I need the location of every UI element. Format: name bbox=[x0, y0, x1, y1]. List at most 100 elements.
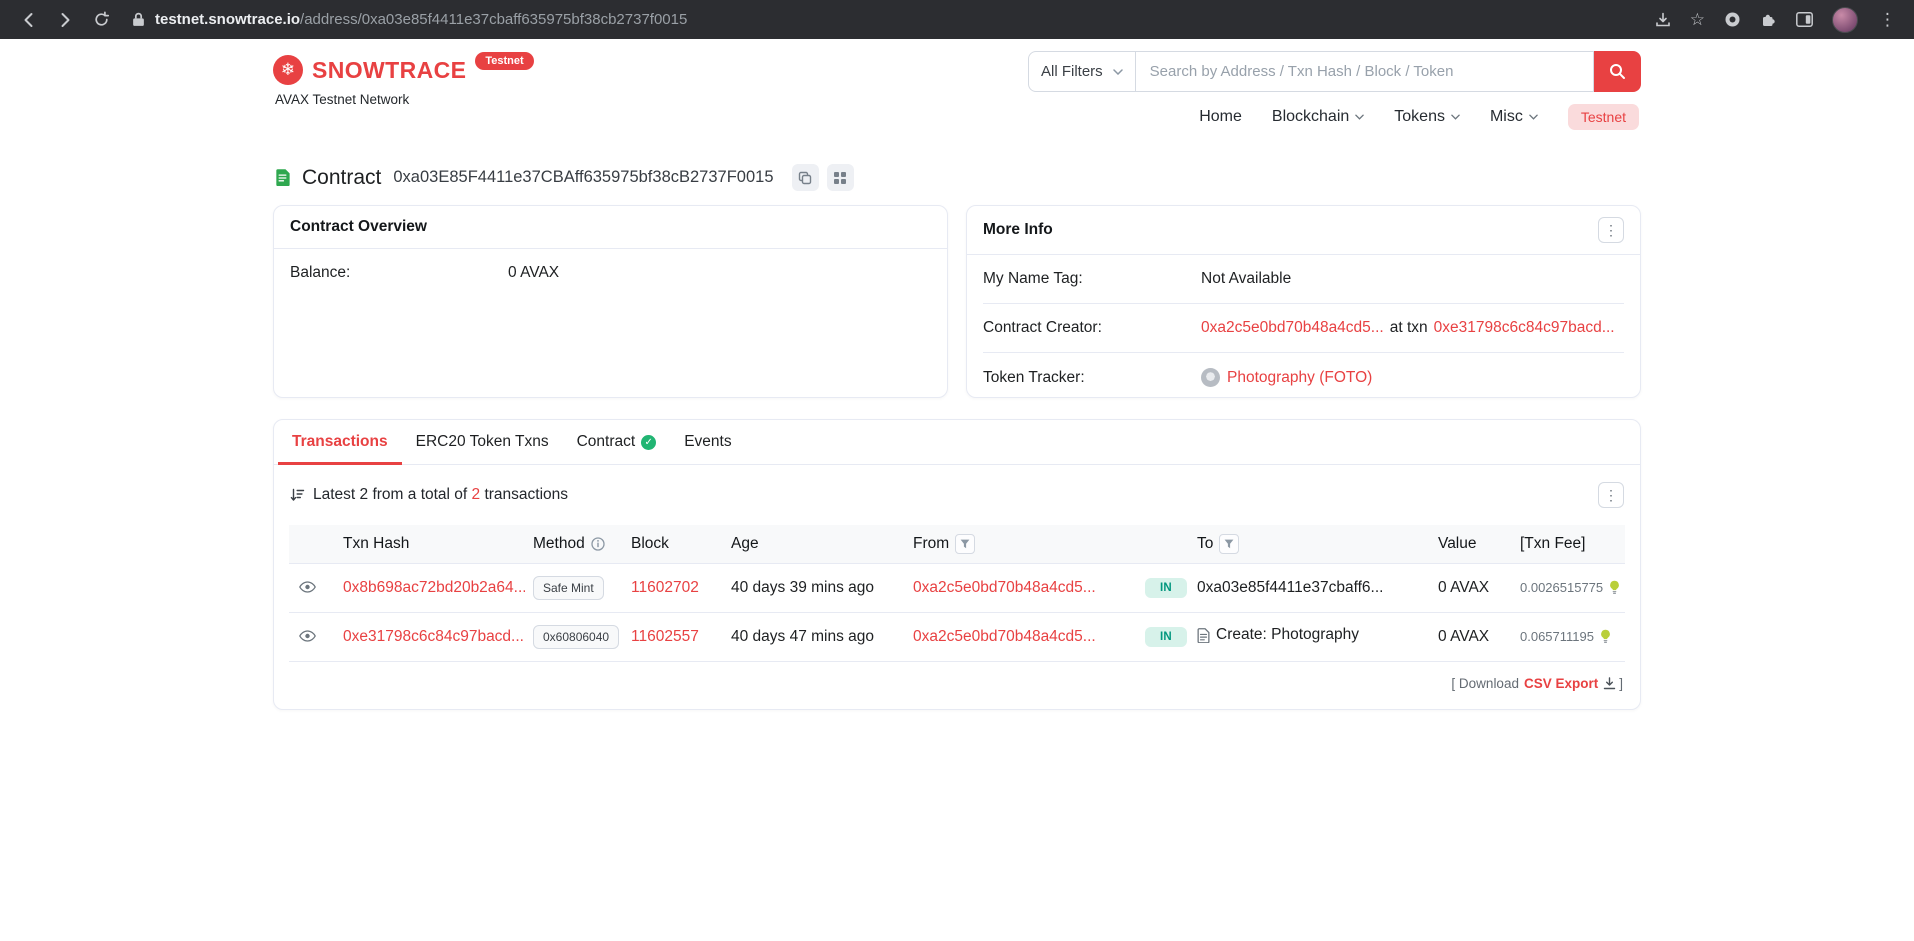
browser-forward-button[interactable] bbox=[50, 5, 80, 35]
nav-tokens[interactable]: Tokens bbox=[1394, 108, 1460, 126]
col-txn-hash: Txn Hash bbox=[335, 525, 525, 564]
from-filter-button[interactable] bbox=[955, 534, 975, 554]
name-tag-row: My Name Tag: Not Available bbox=[983, 255, 1624, 304]
name-tag-value: Not Available bbox=[1201, 270, 1291, 288]
chevron-down-icon bbox=[1529, 114, 1538, 120]
block-link[interactable]: 11602557 bbox=[631, 628, 699, 645]
token-tracker-link[interactable]: Photography (FOTO) bbox=[1227, 369, 1372, 387]
table-row: 0xe31798c6c84c97bacd... 0x60806040 11602… bbox=[289, 613, 1625, 662]
nav-home[interactable]: Home bbox=[1199, 108, 1242, 126]
url-text: testnet.snowtrace.io/address/0xa03e85f44… bbox=[155, 11, 687, 28]
col-to: To bbox=[1189, 525, 1430, 564]
block-link[interactable]: 11602702 bbox=[631, 579, 699, 596]
creation-txn-link[interactable]: 0xe31798c6c84c97bacd... bbox=[1434, 319, 1615, 337]
share-icon bbox=[1655, 12, 1671, 28]
col-txn-fee[interactable]: [Txn Fee] bbox=[1512, 525, 1625, 564]
transactions-menu-button[interactable]: ⋮ bbox=[1598, 482, 1624, 508]
token-tracker-row: Token Tracker: Photography (FOTO) bbox=[983, 353, 1624, 402]
tabbar: Transactions ERC20 Token Txns Contract✓ … bbox=[274, 420, 1640, 465]
name-tag-label: My Name Tag: bbox=[983, 270, 1201, 288]
qr-code-button[interactable] bbox=[827, 164, 854, 191]
tab-contract[interactable]: Contract✓ bbox=[563, 420, 671, 465]
puzzle-icon bbox=[1760, 11, 1777, 28]
txn-preview-eye-button[interactable] bbox=[297, 579, 318, 595]
contract-creation-icon bbox=[1197, 628, 1210, 643]
browser-chrome: testnet.snowtrace.io/address/0xa03e85f44… bbox=[0, 0, 1914, 39]
search-icon bbox=[1609, 63, 1626, 80]
search-input[interactable] bbox=[1136, 51, 1594, 92]
reload-icon bbox=[93, 11, 110, 28]
to-filter-button[interactable] bbox=[1219, 534, 1239, 554]
tab-transactions[interactable]: Transactions bbox=[278, 420, 402, 465]
brand-name: SNOWTRACE bbox=[312, 55, 466, 85]
method-badge: Safe Mint bbox=[533, 576, 604, 600]
balance-value: 0 AVAX bbox=[508, 264, 559, 282]
csv-export-row: [ Download CSV Export ] bbox=[289, 662, 1625, 691]
csv-export-link[interactable]: CSV Export bbox=[1524, 676, 1598, 691]
txn-fee: 0.065711195 bbox=[1520, 629, 1594, 644]
browser-back-button[interactable] bbox=[14, 5, 44, 35]
tab-erc20-token-txns[interactable]: ERC20 Token Txns bbox=[402, 420, 563, 465]
col-value: Value bbox=[1430, 525, 1512, 564]
nav-blockchain[interactable]: Blockchain bbox=[1272, 108, 1364, 126]
sort-icon bbox=[290, 488, 305, 502]
more-info-card-title: More Info bbox=[983, 221, 1053, 239]
contract-creator-label: Contract Creator: bbox=[983, 319, 1201, 337]
split-view-button[interactable] bbox=[1796, 12, 1813, 27]
at-txn-label: at txn bbox=[1390, 319, 1428, 337]
arrow-left-icon bbox=[20, 11, 38, 29]
brand-testnet-badge: Testnet bbox=[475, 52, 533, 70]
to-address: 0xa03e85f4411e37cbaff6... bbox=[1197, 579, 1383, 597]
txn-hash-link[interactable]: 0xe31798c6c84c97bacd... bbox=[343, 628, 524, 645]
browser-share-button[interactable] bbox=[1655, 12, 1671, 28]
snowtrace-logo[interactable]: ❄ SNOWTRACE Testnet bbox=[273, 55, 534, 85]
direction-badge: IN bbox=[1145, 578, 1187, 598]
copy-icon bbox=[798, 171, 812, 185]
extension-button-2[interactable] bbox=[1760, 11, 1777, 28]
info-icon[interactable] bbox=[591, 537, 605, 551]
copy-address-button[interactable] bbox=[792, 164, 819, 191]
creator-address-link[interactable]: 0xa2c5e0bd70b48a4cd5... bbox=[1201, 319, 1384, 337]
from-address-link[interactable]: 0xa2c5e0bd70b48a4cd5... bbox=[913, 628, 1096, 645]
col-method: Method bbox=[525, 525, 623, 564]
network-label: AVAX Testnet Network bbox=[275, 92, 534, 107]
col-age-toggle[interactable]: Age bbox=[723, 525, 905, 564]
txn-value: 0 AVAX bbox=[1438, 579, 1489, 596]
main-nav: Home Blockchain Tokens Misc Testnet bbox=[1199, 104, 1641, 130]
token-logo-icon bbox=[1201, 368, 1220, 387]
arrow-right-icon bbox=[56, 11, 74, 29]
browser-profile-avatar[interactable] bbox=[1832, 7, 1858, 33]
bookmark-star-icon[interactable]: ☆ bbox=[1690, 11, 1705, 28]
nav-misc[interactable]: Misc bbox=[1490, 108, 1538, 126]
search-bar: All Filters bbox=[1028, 51, 1641, 92]
search-filter-select[interactable]: All Filters bbox=[1028, 51, 1136, 92]
more-info-menu-button[interactable]: ⋮ bbox=[1598, 217, 1624, 243]
qr-grid-icon bbox=[833, 171, 847, 185]
token-tracker-label: Token Tracker: bbox=[983, 369, 1201, 387]
search-button[interactable] bbox=[1594, 51, 1641, 92]
eye-icon bbox=[299, 630, 316, 642]
address-bar[interactable]: testnet.snowtrace.io/address/0xa03e85f44… bbox=[132, 11, 1649, 28]
snowflake-logo-icon: ❄ bbox=[273, 55, 303, 85]
eye-icon bbox=[299, 581, 316, 593]
transactions-tbody: 0x8b698ac72bd20b2a64... Safe Mint 116027… bbox=[289, 564, 1625, 662]
transactions-table: Txn Hash Method Block Age From To Value … bbox=[289, 525, 1625, 662]
tab-events[interactable]: Events bbox=[670, 420, 745, 465]
col-eye bbox=[289, 525, 335, 564]
more-info-card: More Info ⋮ My Name Tag: Not Available C… bbox=[966, 205, 1641, 398]
funnel-icon bbox=[960, 539, 970, 549]
txn-hash-link[interactable]: 0x8b698ac72bd20b2a64... bbox=[343, 579, 525, 596]
browser-menu-button[interactable]: ⋮ bbox=[1877, 11, 1898, 28]
from-address-link[interactable]: 0xa2c5e0bd70b48a4cd5... bbox=[913, 579, 1096, 596]
contract-creator-row: Contract Creator: 0xa2c5e0bd70b48a4cd5..… bbox=[983, 304, 1624, 353]
txn-preview-eye-button[interactable] bbox=[297, 628, 318, 644]
testnet-network-button[interactable]: Testnet bbox=[1568, 104, 1639, 130]
col-block: Block bbox=[623, 525, 723, 564]
browser-reload-button[interactable] bbox=[86, 5, 116, 35]
table-header-row: Txn Hash Method Block Age From To Value … bbox=[289, 525, 1625, 564]
contract-icon bbox=[273, 168, 292, 187]
extension-button-1[interactable] bbox=[1724, 11, 1741, 28]
txn-value: 0 AVAX bbox=[1438, 628, 1489, 645]
transactions-summary-row: Latest 2 from a total of 2 transactions … bbox=[289, 465, 1625, 525]
col-from: From bbox=[905, 525, 1137, 564]
